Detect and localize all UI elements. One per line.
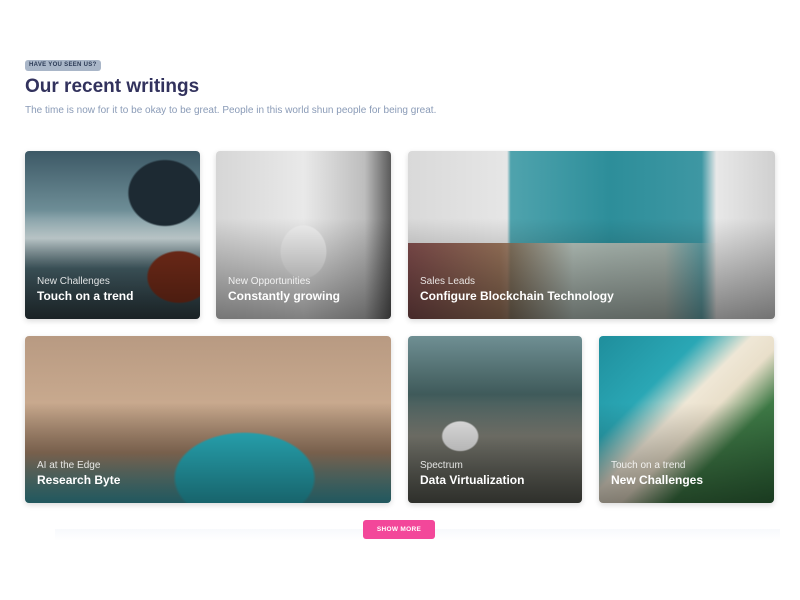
section-badge: HAVE YOU SEEN US? [25,60,101,71]
blog-card[interactable]: New Challenges Touch on a trend [25,151,200,319]
blog-card[interactable]: AI at the Edge Research Byte [25,336,391,503]
card-category: Touch on a trend [611,460,686,471]
card-category: AI at the Edge [37,460,101,471]
card-title: Constantly growing [228,289,340,303]
section-title: Our recent writings [25,76,200,97]
blog-card[interactable]: Sales Leads Configure Blockchain Technol… [408,151,775,319]
card-category: New Challenges [37,276,110,287]
blog-card[interactable]: Touch on a trend New Challenges [599,336,774,503]
card-category: Spectrum [420,460,463,471]
card-title: Touch on a trend [37,289,134,303]
card-title: Configure Blockchain Technology [420,289,614,303]
card-category: New Opportunities [228,276,311,287]
card-title: New Challenges [611,473,704,487]
card-title: Data Virtualization [420,473,525,487]
card-title: Research Byte [37,473,121,487]
section-subtitle: The time is now for it to be okay to be … [25,105,437,116]
blog-card[interactable]: New Opportunities Constantly growing [216,151,391,319]
card-category: Sales Leads [420,276,476,287]
blog-card[interactable]: Spectrum Data Virtualization [408,336,582,503]
page: HAVE YOU SEEN US? Our recent writings Th… [0,0,800,600]
show-more-button[interactable]: SHOW MORE [363,520,435,539]
